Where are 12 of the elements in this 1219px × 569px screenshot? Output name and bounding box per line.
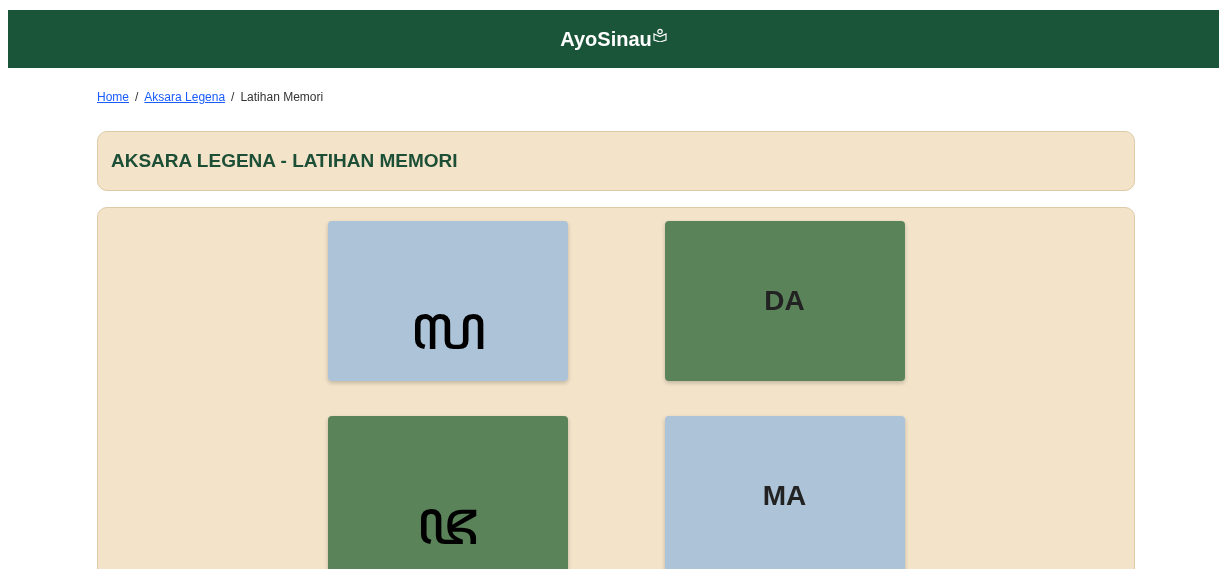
memory-card[interactable]: MA xyxy=(664,416,905,569)
memory-card[interactable]: ꦭ xyxy=(327,221,568,381)
memory-card[interactable]: ꦗ xyxy=(327,416,568,569)
logo-text[interactable]: AyoSinau xyxy=(560,27,652,51)
breadcrumb-link[interactable]: Aksara Legena xyxy=(144,90,226,104)
breadcrumb-separator: / xyxy=(135,90,139,104)
breadcrumb-current: Latihan Memori xyxy=(240,90,324,104)
breadcrumb-link[interactable]: Home xyxy=(97,90,129,104)
memory-card[interactable]: DA xyxy=(664,221,905,381)
page-title: AKSARA LEGENA - LATIHAN MEMORI xyxy=(111,150,458,172)
book-icon xyxy=(652,27,667,42)
breadcrumb-separator: / xyxy=(231,90,235,104)
